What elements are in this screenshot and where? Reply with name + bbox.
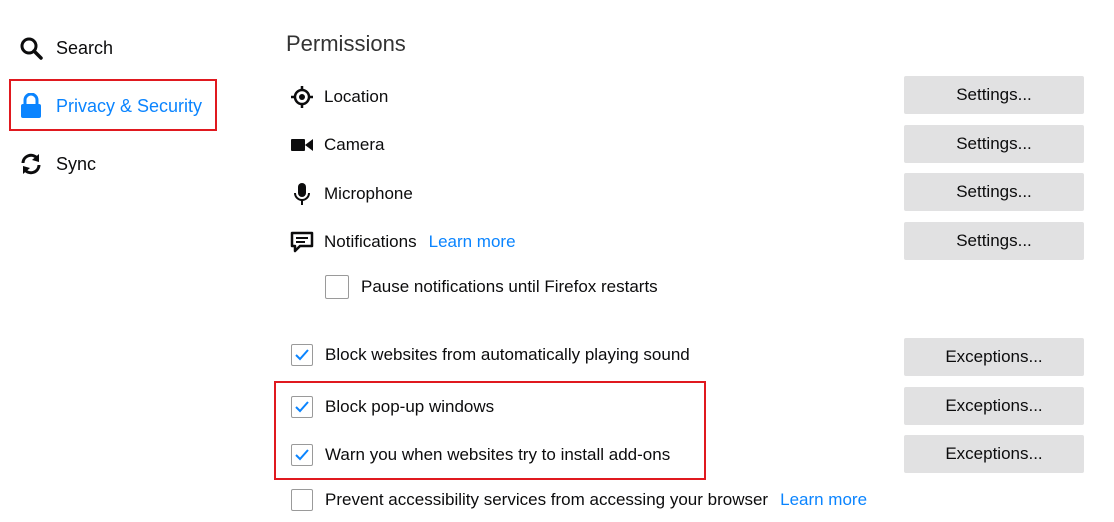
permission-row-location: Location	[290, 82, 388, 112]
search-icon	[18, 35, 44, 61]
checkmark-icon	[295, 401, 309, 413]
microphone-icon	[290, 182, 314, 206]
sidebar-item-search[interactable]: Search	[18, 33, 113, 63]
permission-label: Notifications	[324, 232, 417, 251]
prevent-accessibility-row: Prevent accessibility services from acce…	[291, 485, 867, 515]
sidebar-item-label: Sync	[56, 153, 97, 174]
autoplay-exceptions-button[interactable]: Exceptions...	[904, 338, 1084, 376]
notifications-learn-more-link[interactable]: Learn more	[429, 232, 516, 252]
block-popups-label: Block pop-up windows	[325, 397, 495, 416]
warn-addons-checkbox[interactable]	[291, 444, 313, 466]
block-popups-row: Block pop-up windows	[291, 392, 494, 422]
sidebar-item-sync[interactable]: Sync	[18, 149, 96, 179]
permission-label: Microphone	[324, 184, 413, 203]
permission-row-camera: Camera	[290, 130, 384, 160]
pause-notifications-checkbox[interactable]	[325, 275, 349, 299]
pause-notifications-label: Pause notifications until Firefox restar…	[361, 277, 658, 296]
popups-exceptions-button[interactable]: Exceptions...	[904, 387, 1084, 425]
camera-icon	[290, 133, 314, 157]
pause-notifications-row: Pause notifications until Firefox restar…	[325, 272, 658, 302]
prevent-accessibility-label: Prevent accessibility services from acce…	[325, 490, 769, 509]
sync-icon	[18, 151, 44, 177]
camera-settings-button[interactable]: Settings...	[904, 125, 1084, 163]
checkmark-icon	[295, 449, 309, 461]
notifications-icon	[290, 230, 314, 254]
warn-addons-label: Warn you when websites try to install ad…	[325, 445, 671, 464]
warn-addons-row: Warn you when websites try to install ad…	[291, 440, 670, 470]
section-title: Permissions	[286, 31, 406, 56]
location-icon	[290, 85, 314, 109]
block-popups-checkbox[interactable]	[291, 396, 313, 418]
block-autoplay-label: Block websites from automatically playin…	[325, 345, 690, 364]
lock-icon	[18, 93, 44, 119]
sidebar-item-label: Privacy & Security	[56, 95, 203, 116]
permission-label: Location	[324, 87, 389, 106]
notifications-settings-button[interactable]: Settings...	[904, 222, 1084, 260]
checkmark-icon	[295, 349, 309, 361]
addons-exceptions-button[interactable]: Exceptions...	[904, 435, 1084, 473]
accessibility-learn-more-link[interactable]: Learn more	[780, 490, 867, 510]
permission-row-notifications: Notifications Learn more	[290, 227, 516, 257]
location-settings-button[interactable]: Settings...	[904, 76, 1084, 114]
sidebar-item-privacy-security[interactable]: Privacy & Security	[18, 91, 202, 121]
sidebar-item-label: Search	[56, 37, 114, 58]
permission-row-microphone: Microphone	[290, 179, 413, 209]
block-autoplay-checkbox[interactable]	[291, 344, 313, 366]
prevent-accessibility-checkbox[interactable]	[291, 489, 313, 511]
microphone-settings-button[interactable]: Settings...	[904, 173, 1084, 211]
block-autoplay-row: Block websites from automatically playin…	[291, 340, 690, 370]
permission-label: Camera	[324, 135, 385, 154]
